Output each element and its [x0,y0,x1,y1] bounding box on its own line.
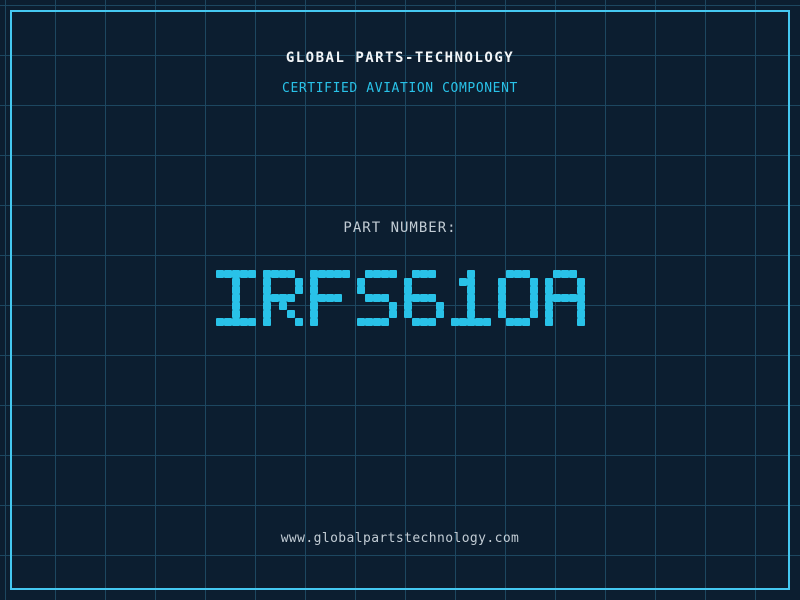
blueprint-card: GLOBAL PARTS-TECHNOLOGY CERTIFIED AVIATI… [0,0,800,600]
part-number-label: PART NUMBER: [343,220,457,236]
certification-tagline: CERTIFIED AVIATION COMPONENT [282,81,518,96]
company-name: GLOBAL PARTS-TECHNOLOGY [285,50,515,66]
part-number-display [0,270,800,326]
website-url: www.globalpartstechnology.com [280,531,520,546]
